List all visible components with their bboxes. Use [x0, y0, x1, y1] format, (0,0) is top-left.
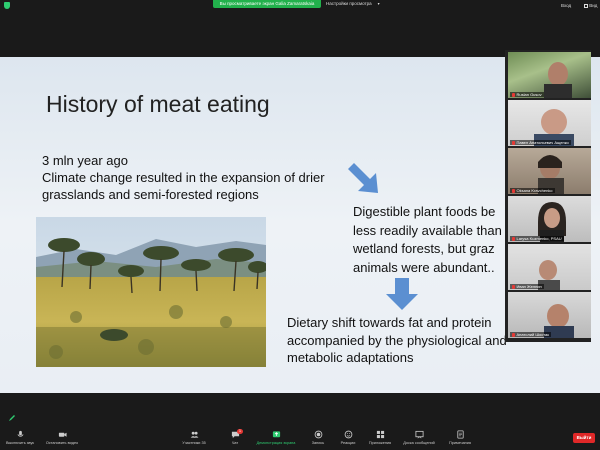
- enter-label: Вход: [561, 3, 572, 8]
- participant-name: Павел Анатольевич Ащенко: [516, 140, 569, 145]
- chat-unread-badge: 1: [237, 429, 243, 434]
- whiteboard-icon: [414, 430, 424, 439]
- enter-fullscreen-button[interactable]: Вход: [561, 2, 571, 10]
- meeting-toolbar: Выключить звук Остановить видео Участник…: [0, 426, 600, 450]
- smiley-icon: [344, 430, 352, 439]
- grid-view-icon: [584, 3, 588, 8]
- slide-p1-line: Climate change resulted in the expansion…: [42, 170, 325, 185]
- participant-tile[interactable]: Павел Анатольевич Ащенко: [508, 100, 591, 146]
- notes-button[interactable]: Примечания: [440, 426, 480, 450]
- slide-p2-line: animals were abundant..: [353, 259, 495, 275]
- slide-p3-line: Dietary shift towards fat and protein: [287, 315, 492, 330]
- view-label: Вид: [589, 3, 598, 8]
- slide-p2-line: wetland forests, but graz: [353, 241, 495, 256]
- participant-name: Larysa Kuzmenko, PSAU: [516, 236, 562, 241]
- chat-button[interactable]: 1 Чат: [215, 426, 255, 450]
- slide-paragraph-3: Dietary shift towards fat and protein ac…: [287, 314, 507, 367]
- participants-count: 35: [201, 441, 206, 445]
- participant-name-tag: Larysa Kuzmenko, PSAU: [510, 236, 564, 241]
- participant-name: Ruslan Gusov: [516, 92, 542, 97]
- muted-mic-icon: [512, 189, 515, 193]
- participant-tile[interactable]: Ruslan Gusov: [508, 52, 591, 98]
- participant-name-tag: Ruslan Gusov: [510, 92, 544, 97]
- slide-p2-line: less readily available than: [353, 222, 502, 238]
- participants-label-text: Участники: [182, 441, 201, 445]
- screen-share-notice: Вы просматриваете экран Galia Zamaratska…: [213, 0, 321, 8]
- participant-tile[interactable]: Анатолий Шостак: [508, 292, 591, 338]
- notes-label: Примечания: [449, 441, 471, 445]
- view-options-label: Настройки просмотра: [326, 1, 372, 6]
- participant-name: Oksana Kravchenko: [516, 188, 553, 193]
- mute-label: Выключить звук: [5, 441, 35, 445]
- muted-mic-icon: [512, 93, 515, 97]
- video-camera-icon: [58, 432, 67, 437]
- top-bar: Вы просматриваете экран Galia Zamaratska…: [0, 0, 600, 12]
- notes-icon: [456, 430, 464, 439]
- record-icon: [314, 430, 322, 439]
- share-label: Демонстрация экрана: [256, 441, 296, 445]
- slide-p1-line: grasslands and semi-forested regions: [42, 187, 259, 202]
- participant-name: Иван Желнин: [516, 284, 542, 289]
- participant-name-tag: Анатолий Шостак: [510, 332, 552, 337]
- annotate-pen-icon[interactable]: [8, 414, 16, 422]
- zoom-window: Вы просматриваете экран Galia Zamaratska…: [0, 0, 600, 450]
- share-screen-icon: [272, 431, 280, 438]
- slide-paragraph-2: Digestible plant foods be less readily a…: [353, 203, 502, 277]
- participant-name-tag: Павел Анатольевич Ащенко: [510, 140, 571, 145]
- whiteboard-button[interactable]: Доска сообщений: [399, 426, 439, 450]
- share-screen-button[interactable]: Демонстрация экрана: [256, 426, 296, 450]
- slide-p2-line: Digestible plant foods be: [353, 204, 496, 219]
- muted-mic-icon: [512, 333, 515, 337]
- participant-name-tag: Иван Желнин: [510, 284, 544, 289]
- participant-panel: Ruslan Gusov Павел Анатольевич Ащенко Ok…: [505, 50, 591, 342]
- participants-label: Участники 35: [174, 440, 214, 446]
- view-options-menu[interactable]: Настройки просмотра ▾: [326, 0, 380, 8]
- slide-paragraph-1: 3 mln year ago Climate change resulted i…: [42, 152, 325, 203]
- apps-button[interactable]: Приложения: [360, 426, 400, 450]
- participant-name: Анатолий Шостак: [516, 332, 550, 337]
- chevron-down-icon: ▾: [377, 1, 380, 6]
- video-label: Остановить видео: [45, 441, 79, 445]
- slide-p3-line: metabolic adaptations: [287, 350, 414, 365]
- slide-title: History of meat eating: [46, 91, 270, 117]
- savanna-photo: [36, 217, 266, 367]
- stop-video-button[interactable]: Остановить видео: [42, 426, 82, 450]
- apps-label: Приложения: [368, 441, 392, 445]
- diagonal-arrow-icon: [348, 163, 378, 193]
- muted-mic-icon: [512, 237, 515, 241]
- participant-tile[interactable]: Иван Желнин: [508, 244, 591, 290]
- slide-p1-line: 3 mln year ago: [42, 153, 128, 168]
- mute-button[interactable]: Выключить звук: [0, 426, 40, 450]
- microphone-icon: [17, 430, 23, 437]
- participant-tile[interactable]: Larysa Kuzmenko, PSAU: [508, 196, 591, 242]
- slide-p3-line: accompanied by the physiological and: [287, 332, 507, 348]
- chat-label: Чат: [231, 441, 239, 445]
- security-shield-icon[interactable]: [4, 2, 10, 9]
- participant-name-tag: Oksana Kravchenko: [510, 188, 555, 193]
- participant-tile[interactable]: Oksana Kravchenko: [508, 148, 591, 194]
- leave-meeting-button[interactable]: Выйти: [573, 433, 595, 443]
- down-arrow-icon: [386, 278, 418, 310]
- participants-button[interactable]: Участники 35: [174, 426, 214, 450]
- participants-icon: [190, 431, 198, 438]
- apps-grid-icon: [376, 430, 384, 439]
- muted-mic-icon: [512, 141, 515, 145]
- view-layout-button[interactable]: Вид: [582, 2, 597, 10]
- muted-mic-icon: [512, 285, 515, 289]
- whiteboard-label: Доска сообщений: [403, 441, 435, 445]
